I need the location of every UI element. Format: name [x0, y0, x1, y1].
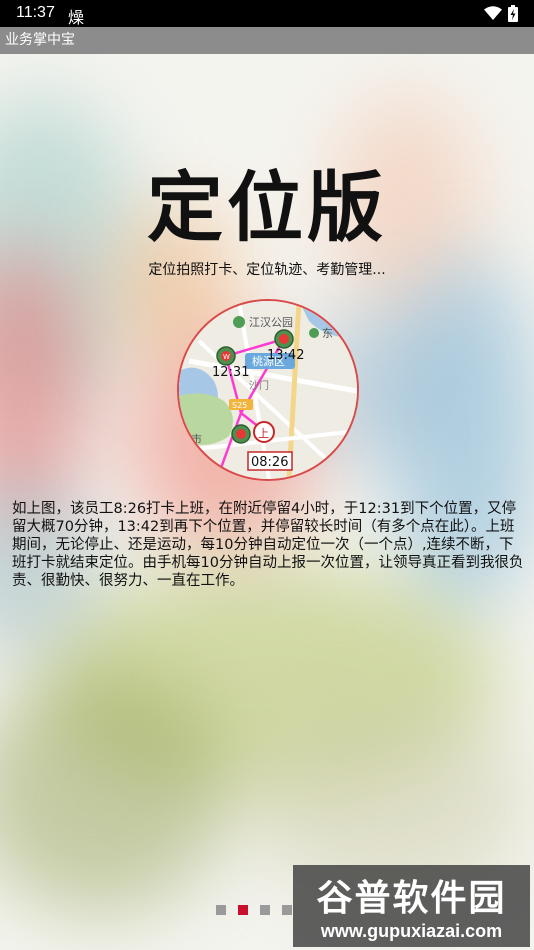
page-dot[interactable] [260, 905, 270, 915]
road-badge: S25 [232, 401, 247, 410]
description-text: 如上图，该员工8:26打卡上班，在附近停留4小时，于12:31到下个位置，又停留… [12, 501, 524, 589]
time-label: 08:26 [251, 455, 288, 470]
app-title-bar: 业务掌中宝 [0, 27, 534, 54]
park-marker-icon [233, 316, 245, 328]
wifi-icon [484, 6, 502, 25]
waypoint-marker-label: W [223, 353, 230, 361]
watermark: 谷普软件园 www.gupuxiazai.com [293, 865, 530, 947]
intro-page[interactable]: 定位版 定位拍照打卡、定位轨迹、考勤管理... 江汉公园 东 桃源区 沙门 市 … [0, 54, 534, 950]
map-place-label: 江汉公园 [249, 316, 293, 329]
map-place-label: 沙门 [249, 379, 269, 392]
status-time: 11:37 [16, 4, 55, 21]
app-title: 业务掌中宝 [5, 32, 75, 48]
page-dot[interactable] [282, 905, 292, 915]
battery-charging-icon [508, 5, 518, 27]
status-bar: 11:37 燥 [0, 0, 534, 27]
time-label: 12:31 [212, 365, 249, 380]
park-marker-icon [309, 328, 319, 338]
map-place-label: 东 [322, 327, 333, 340]
notification-icon: 燥 [68, 10, 85, 27]
start-marker-label: 上 [258, 427, 269, 440]
map-preview: 江汉公园 东 桃源区 沙门 市 S25 W 上 12:31 13:42 08:2… [177, 299, 359, 481]
watermark-title: 谷普软件园 [316, 878, 507, 919]
time-label: 13:42 [267, 348, 304, 363]
subtitle: 定位拍照打卡、定位轨迹、考勤管理... [148, 262, 386, 278]
watermark-url: www.gupuxiazai.com [320, 921, 503, 941]
headline: 定位版 [147, 163, 387, 252]
page-dot-active[interactable] [238, 905, 248, 915]
page-dot[interactable] [216, 905, 226, 915]
